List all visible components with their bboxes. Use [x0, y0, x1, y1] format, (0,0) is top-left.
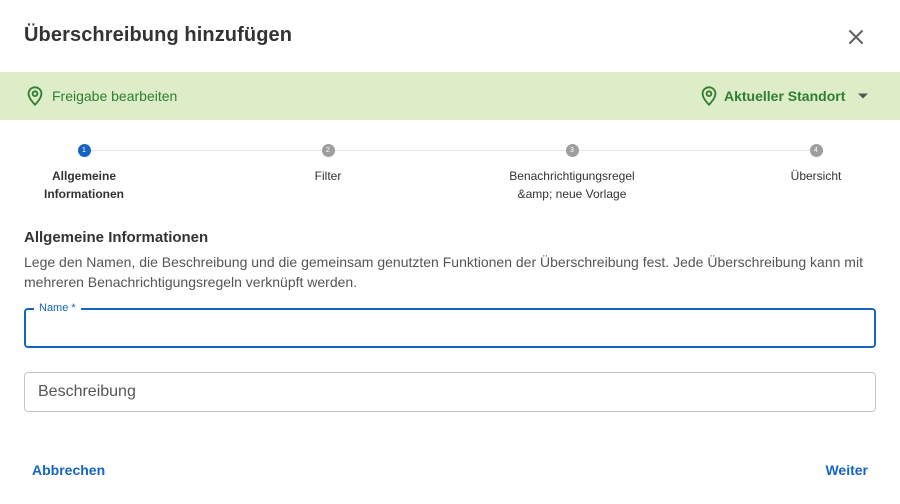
override-dialog: Überschreibung hinzufügen Freigabe bearb… — [0, 0, 900, 504]
section-title: Allgemeine Informationen — [24, 229, 209, 246]
description-field — [24, 372, 876, 412]
dialog-header: Überschreibung hinzufügen — [0, 0, 900, 72]
edit-release-label: Freigabe bearbeiten — [52, 88, 178, 104]
step-general-info[interactable]: 1 Allgemeine Informationen — [4, 144, 164, 203]
edit-release-link[interactable]: Freigabe bearbeiten — [24, 86, 177, 106]
current-location-label: Aktueller Standort — [724, 88, 846, 104]
location-dropdown[interactable]: Aktueller Standort — [698, 86, 869, 106]
step-number-badge: 2 — [321, 144, 335, 157]
description-input[interactable] — [25, 373, 875, 411]
close-button[interactable] — [843, 24, 869, 50]
close-icon — [849, 30, 863, 44]
map-pin-icon — [27, 86, 43, 106]
location-banner: Freigabe bearbeiten Aktueller Standort — [0, 72, 900, 120]
map-pin-icon — [701, 86, 717, 106]
name-input[interactable] — [26, 310, 874, 346]
step-label: Benachrichtigungsregel &amp; neue Vorlag… — [509, 169, 635, 201]
step-number-badge: 3 — [565, 144, 579, 157]
wizard-stepper: 1 Allgemeine Informationen 2 Filter 3 Be… — [0, 140, 900, 210]
step-label: Allgemeine Informationen — [44, 169, 124, 201]
step-number-badge: 4 — [809, 144, 823, 157]
next-button[interactable]: Weiter — [825, 462, 868, 478]
cancel-button[interactable]: Abbrechen — [32, 462, 105, 478]
step-overview[interactable]: 4 Übersicht — [736, 144, 896, 185]
step-filter[interactable]: 2 Filter — [248, 144, 408, 185]
section-description: Lege den Namen, die Beschreibung und die… — [24, 254, 863, 290]
step-label: Übersicht — [790, 169, 842, 183]
name-field: Name * — [24, 301, 876, 348]
dialog-title: Überschreibung hinzufügen — [24, 24, 293, 46]
step-notification-rule[interactable]: 3 Benachrichtigungsregel &amp; neue Vorl… — [492, 144, 652, 203]
stepper-connector — [84, 150, 816, 151]
step-label: Filter — [314, 169, 342, 183]
step-number-badge: 1 — [77, 144, 91, 157]
caret-down-icon — [858, 93, 869, 99]
